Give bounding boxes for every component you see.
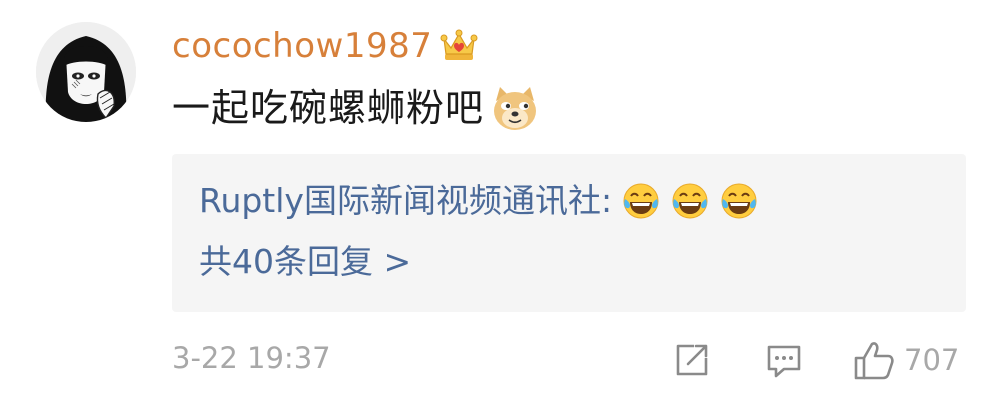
comment-icon bbox=[767, 345, 801, 378]
reply-preview[interactable]: Ruptly国际新闻视频通讯社: 共40条回复 > bbox=[172, 154, 966, 312]
avatar[interactable] bbox=[36, 22, 136, 122]
username-row: cocochow1987 bbox=[172, 24, 478, 68]
share-button[interactable] bbox=[672, 338, 712, 382]
doge-emoji-icon bbox=[490, 83, 540, 133]
like-count: 707 bbox=[904, 343, 960, 377]
laughing-crying-emoji-icon bbox=[670, 181, 710, 221]
share-icon bbox=[676, 344, 708, 376]
reply-preview-line: Ruptly国际新闻视频通讯社: bbox=[199, 176, 759, 226]
avatar-image bbox=[36, 22, 136, 122]
comment-body: 一起吃碗螺蛳粉吧 bbox=[172, 78, 540, 138]
reply-author[interactable]: Ruptly国际新闻视频通讯社: bbox=[199, 179, 612, 223]
comment-button[interactable] bbox=[764, 338, 804, 382]
laughing-crying-emoji-icon bbox=[719, 181, 759, 221]
thumbs-up-icon bbox=[854, 342, 894, 380]
timestamp: 3-22 19:37 bbox=[172, 341, 331, 375]
like-button[interactable]: 707 bbox=[852, 338, 959, 382]
comment-text: 一起吃碗螺蛳粉吧 bbox=[172, 86, 485, 130]
view-replies-link[interactable]: 共40条回复 > bbox=[199, 240, 411, 284]
laughing-crying-emoji-icon bbox=[621, 181, 661, 221]
username[interactable]: cocochow1987 bbox=[172, 24, 432, 68]
crown-icon bbox=[440, 29, 478, 63]
